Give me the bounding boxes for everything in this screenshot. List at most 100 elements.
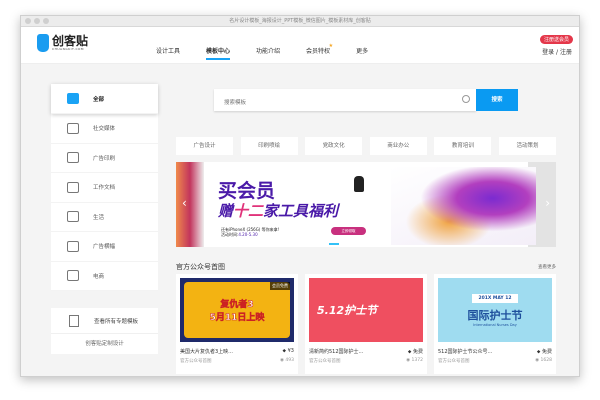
sidebar-item-ecommerce[interactable]: 电商 (51, 262, 158, 291)
template-card[interactable]: 复仇者3 5月11日上映 会员免费 美国大片复仇者3上映... ⬥ ¥3 官方公众号首… (176, 274, 298, 374)
billboard-icon (67, 240, 79, 252)
category-chips: 广告设计 印刷喷绘 党政文化 商业办公 教育培训 活动策划 (176, 137, 556, 155)
chip-events[interactable]: 活动策划 (498, 137, 556, 155)
maximize-window-button[interactable] (43, 18, 49, 24)
register-promo-badge[interactable]: 注册送会员 (539, 35, 573, 44)
chip-ad-design[interactable]: 广告设计 (176, 137, 233, 155)
separator: / (556, 49, 559, 56)
thumb-text: 国际护士节 (467, 308, 523, 322)
card-category: 官方公众号首图 (309, 359, 341, 364)
social-icon (67, 122, 79, 134)
chevron-right-icon[interactable]: › (545, 196, 550, 210)
all-topics-link[interactable]: 查看所有专题模板 (51, 308, 158, 334)
banner-subheadline: 赠十二家工具福利 (218, 200, 338, 221)
search-input[interactable] (214, 92, 454, 114)
sidebar-item-label: 生活 (93, 214, 105, 221)
register-link[interactable]: 注册 (560, 49, 572, 56)
template-thumbnail: 5.12护士节 (309, 278, 423, 342)
search-box (214, 89, 476, 114)
views-value: 1628 (540, 358, 552, 363)
nav-more[interactable]: 更多 (356, 46, 368, 60)
sidebar-item-life[interactable]: 生活 (51, 203, 158, 232)
section-title: 官方公众号首图 (176, 263, 225, 271)
chevron-left-icon[interactable]: ‹ (182, 196, 187, 210)
cup-icon (67, 211, 79, 223)
sidebar-item-social-media[interactable]: 社交媒体 (51, 114, 158, 144)
banner-details: 还有iPhoneX (256G) 等你来拿! 活动时间:4.20-5.30 (221, 227, 279, 237)
sidebar-item-label: 全部 (93, 96, 105, 103)
banner-headline: 买会员 (218, 180, 276, 202)
all-topics-label: 查看所有专题模板 (94, 318, 139, 325)
card-views: ◉ 493 (280, 358, 294, 364)
banner-sub-a: 赠 (218, 202, 234, 220)
thumb-subtext: International Nurses Day (473, 322, 517, 327)
card-title: 512国际护士节公众号... (438, 349, 493, 355)
sidebar-item-label: 广告横幅 (93, 244, 116, 251)
banner-cta-button[interactable]: 立即领取 (331, 227, 366, 235)
auth-links: 登录 / 注册 (542, 47, 572, 56)
category-sidebar: 全部 社交媒体 广告印刷 工作文档 生活 广告横幅 电商 (51, 84, 158, 291)
home-icon (67, 93, 79, 104)
sidebar-item-documents[interactable]: 工作文档 (51, 173, 158, 203)
banner-date-label: 活动时间: (221, 232, 239, 237)
nav-membership[interactable]: 会员特权 ★ (306, 43, 333, 60)
nav-membership-label: 会员特权 (306, 48, 331, 55)
banner-sub-b: 十二 (233, 202, 264, 220)
logo-subtext: CHUANGKIT.COM (52, 47, 84, 51)
site-header: 创客贴 CHUANGKIT.COM 设计工具 模板中心 功能介绍 会员特权 ★ 更多… (21, 27, 579, 64)
thumb-text: 复仇者3 (220, 300, 254, 311)
card-price: ⬥ ¥3 (282, 348, 294, 354)
banner-illustration (391, 167, 536, 245)
template-thumbnail: 201X MAY 12 国际护士节 International Nurses Day (438, 278, 552, 342)
search-button[interactable]: 搜索 (476, 89, 518, 111)
template-thumbnail: 复仇者3 5月11日上映 会员免费 (180, 278, 294, 342)
cat-illustration (354, 176, 364, 192)
eye-icon: ◉ (406, 358, 411, 363)
price-value: ¥3 (287, 348, 294, 354)
logo-text: 创客贴 (52, 34, 89, 48)
chip-party-culture[interactable]: 党政文化 (305, 137, 363, 155)
sidebar-item-label: 电商 (93, 273, 105, 280)
chip-business[interactable]: 商业办公 (369, 137, 427, 155)
logo[interactable]: 创客贴 CHUANGKIT.COM (37, 34, 88, 52)
topics-box: 查看所有专题模板 创客贴定制设计 (51, 308, 158, 354)
card-views: ◉ 1628 (535, 358, 552, 364)
card-category: 官方公众号首图 (180, 359, 212, 364)
sidebar-item-label: 工作文档 (93, 185, 116, 192)
promo-banner[interactable]: ‹ › 买会员 赠十二家工具福利 还有iPhoneX (256G) 等你来拿! 活… (176, 162, 556, 247)
card-title: 清新简约512国际护士... (309, 349, 364, 355)
prev-slide-peek (176, 162, 204, 247)
window-title: 名片设计模板_海报设计_PPT模板_微信图片_模板素材库_创客贴 (229, 18, 371, 24)
search-icon[interactable] (462, 95, 470, 103)
sidebar-item-all[interactable]: 全部 (51, 84, 158, 114)
card-views: ◉ 1372 (406, 358, 423, 364)
price-value: 免费 (412, 349, 423, 355)
sidebar-item-banners[interactable]: 广告横幅 (51, 232, 158, 262)
minimize-window-button[interactable] (34, 18, 40, 24)
template-card[interactable]: 5.12护士节 清新简约512国际护士... ⬥ 免费 官方公众号首图 ◉ 1372 (305, 274, 427, 374)
login-link[interactable]: 登录 (542, 49, 554, 56)
vip-free-badge: 会员免费 (270, 282, 290, 290)
document-icon (67, 181, 79, 193)
logo-icon (37, 34, 49, 52)
nav-design-tools[interactable]: 设计工具 (156, 46, 180, 60)
sidebar-item-print[interactable]: 广告印刷 (51, 144, 158, 173)
template-card[interactable]: 201X MAY 12 国际护士节 International Nurses Day… (434, 274, 556, 374)
template-cards: 复仇者3 5月11日上映 会员免费 美国大片复仇者3上映... ⬥ ¥3 官方公众号首… (176, 274, 556, 374)
card-title: 美国大片复仇者3上映... (180, 349, 233, 355)
close-window-button[interactable] (25, 18, 31, 24)
store-icon (67, 270, 79, 282)
custom-design-link[interactable]: 创客贴定制设计 (51, 334, 158, 354)
browser-window: 名片设计模板_海报设计_PPT模板_微信图片_模板素材库_创客贴 创客贴 CHUA… (20, 15, 580, 377)
nav-features[interactable]: 功能介绍 (256, 46, 280, 60)
chip-printing[interactable]: 印刷喷绘 (240, 137, 298, 155)
section-header: 官方公众号首图 查看更多 (176, 262, 556, 272)
nav-template-center[interactable]: 模板中心 (206, 46, 231, 60)
view-more-link[interactable]: 查看更多 (538, 264, 556, 270)
files-icon (69, 314, 79, 327)
card-price: ⬥ 免费 (407, 349, 423, 355)
chip-education[interactable]: 教育培训 (434, 137, 492, 155)
card-price: ⬥ 免费 (536, 349, 552, 355)
card-category: 官方公众号首图 (438, 359, 470, 364)
carousel-indicator[interactable] (329, 243, 339, 245)
